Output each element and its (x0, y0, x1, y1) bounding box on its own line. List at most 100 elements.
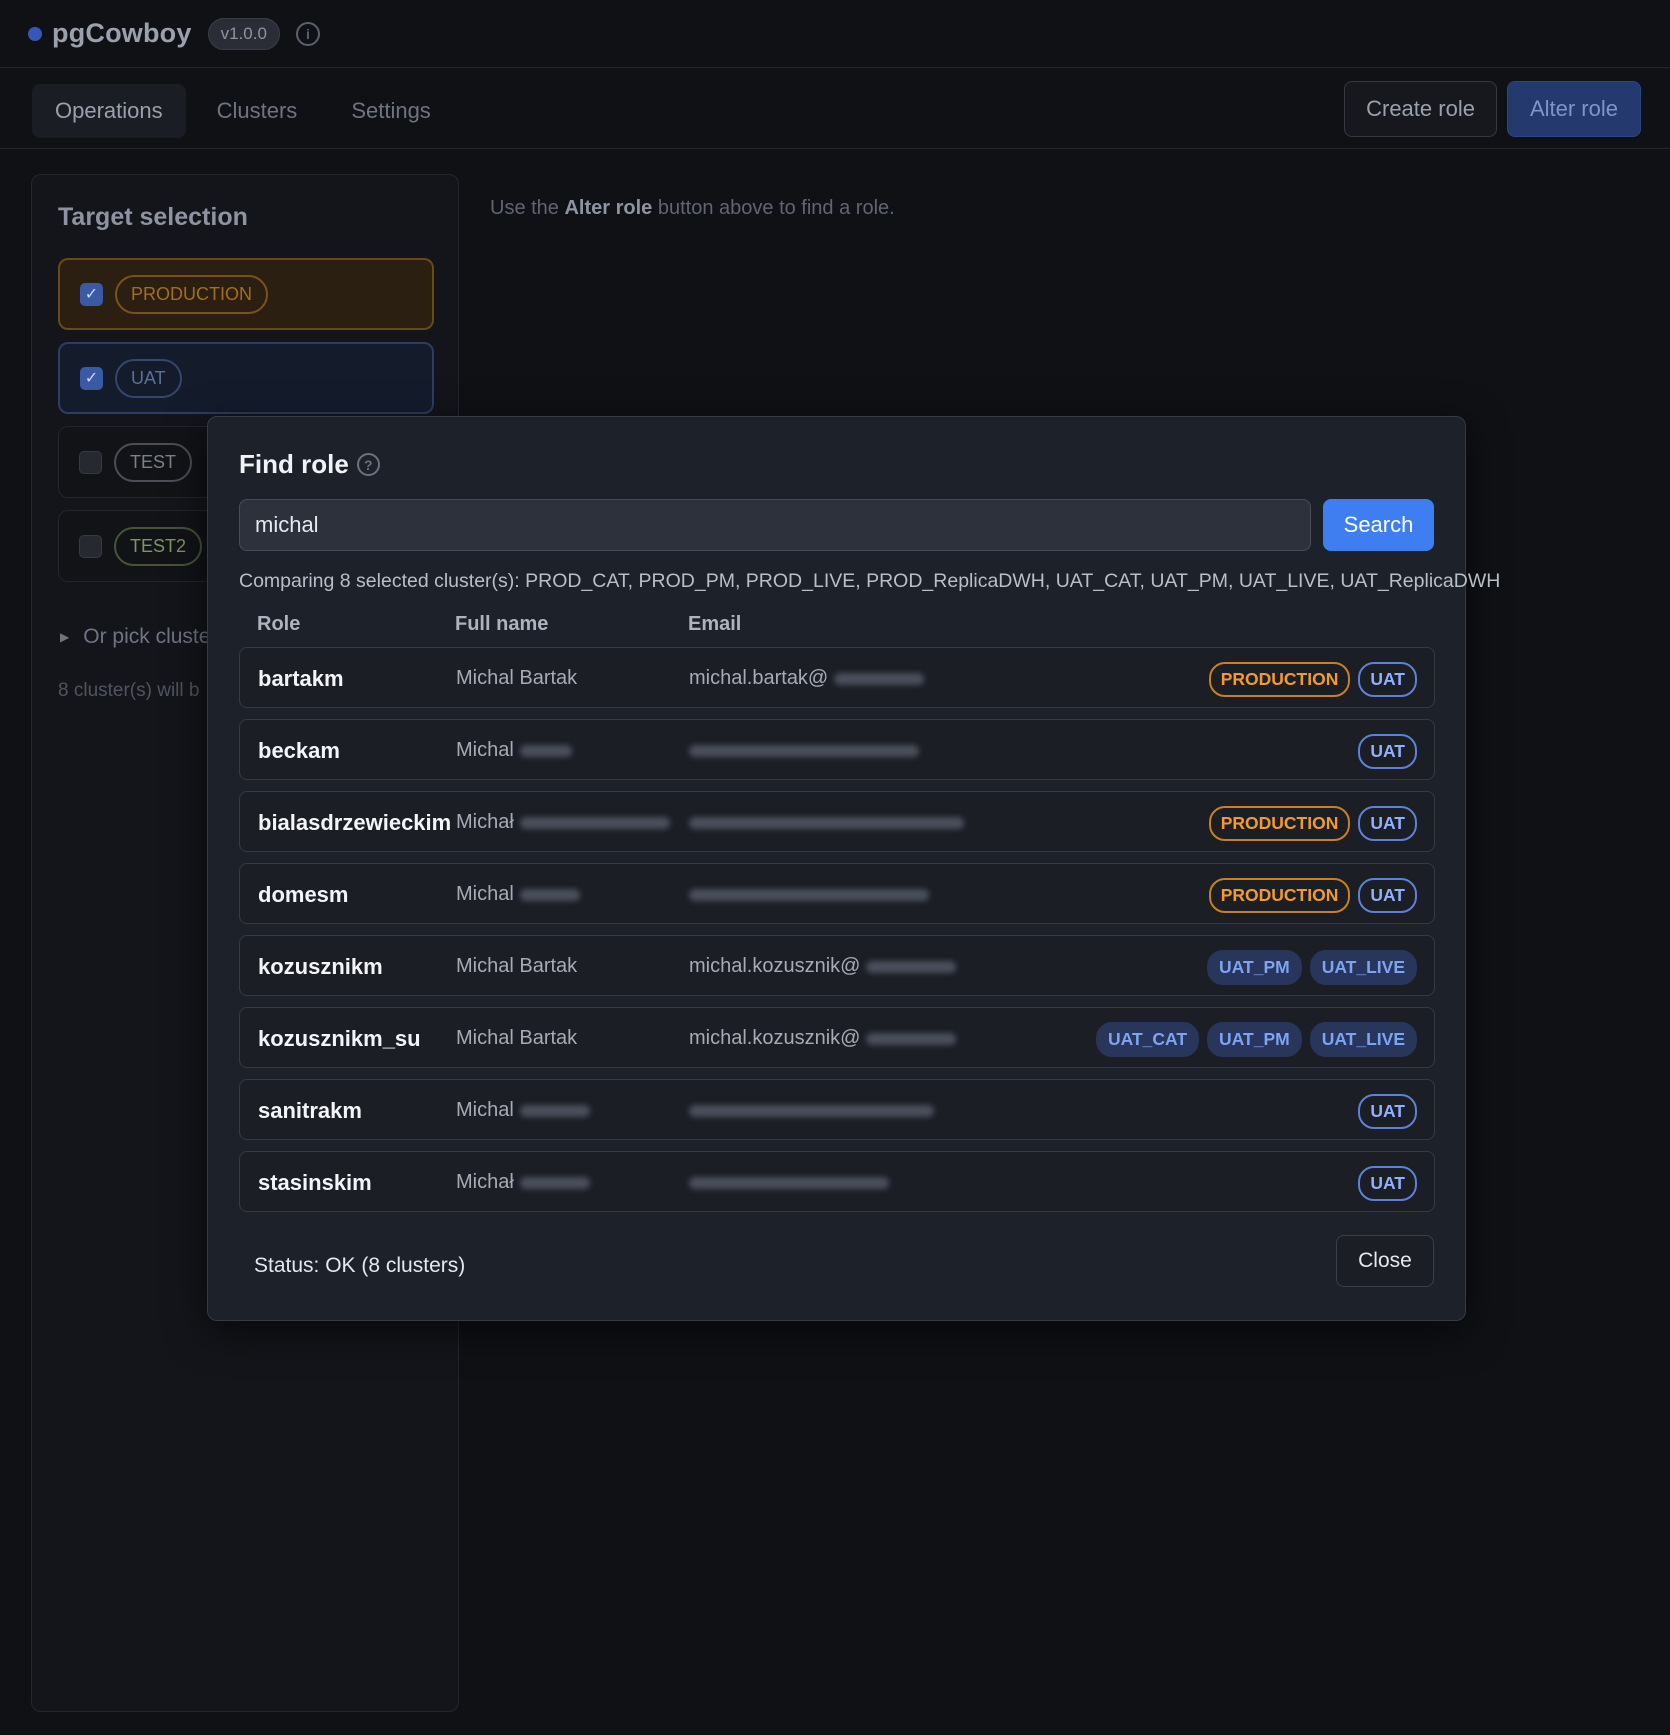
tag-production: PRODUCTION (1208, 806, 1351, 841)
row-full-name: Michal Bartak (456, 667, 578, 689)
row-role: kozusznikm_su (258, 1026, 421, 1051)
row-full-name: Michał (456, 1171, 590, 1194)
row-full-name-text: Michal (456, 739, 514, 761)
env-card-production[interactable]: ✓ PRODUCTION (58, 258, 434, 330)
create-role-button[interactable]: Create role (1344, 81, 1497, 137)
pick-clusters-label: Or pick cluste (83, 625, 211, 648)
row-role: domesm (258, 882, 349, 907)
tab-operations[interactable]: Operations (32, 84, 186, 138)
tag-cluster: UAT_PM (1207, 950, 1302, 985)
result-row[interactable]: stasinskim Michał UAT (239, 1151, 1435, 1212)
checkbox-checked-icon[interactable]: ✓ (80, 282, 103, 306)
row-email-text: michal.kozusznik@ (689, 1027, 861, 1049)
tag-uat: UAT (1358, 806, 1417, 841)
row-tags: UAT (1358, 1166, 1417, 1201)
row-full-name: Michal Bartak (456, 955, 578, 977)
row-tags: PRODUCTION UAT (1208, 878, 1417, 913)
tab-settings[interactable]: Settings (328, 84, 454, 138)
result-row[interactable]: beckam Michal UAT (239, 719, 1435, 780)
find-role-modal: Find role ? Search Comparing 8 selected … (207, 416, 1500, 1321)
info-icon[interactable]: i (295, 21, 320, 46)
close-button[interactable]: Close (1336, 1235, 1434, 1287)
row-full-name-text: Michal (456, 1099, 514, 1121)
tag-uat: UAT (1358, 734, 1417, 769)
results-list: bartakm Michal Bartak michal.bartak@ PRO… (239, 647, 1435, 1223)
hint-prefix: Use the (490, 197, 565, 219)
row-email: michal.bartak@ (689, 667, 925, 690)
cluster-count-note: 8 cluster(s) will b (58, 680, 200, 701)
redacted-text (519, 1176, 590, 1189)
row-full-name: Michal Bartak (456, 1027, 578, 1049)
row-email: michal.kozusznik@ (689, 955, 957, 978)
redacted-text (519, 1104, 590, 1117)
row-email-text: michal.kozusznik@ (689, 955, 861, 977)
row-full-name: Michal (456, 739, 572, 762)
row-email (689, 883, 929, 906)
redacted-text (689, 816, 964, 829)
tag-uat: UAT (1358, 1166, 1417, 1201)
redacted-text (689, 1176, 889, 1189)
tag-cluster: UAT_PM (1207, 1022, 1302, 1057)
row-role: sanitrakm (258, 1098, 362, 1123)
search-button[interactable]: Search (1323, 499, 1434, 551)
row-full-name-text: Michal (456, 883, 514, 905)
env-card-uat[interactable]: ✓ UAT (58, 342, 434, 414)
checkbox-checked-icon[interactable]: ✓ (80, 366, 103, 390)
redacted-text (519, 816, 670, 829)
checkbox-unchecked-icon[interactable] (79, 450, 102, 474)
row-tags: UAT (1358, 734, 1417, 769)
redacted-text (689, 888, 929, 901)
tag-uat: UAT (1358, 1094, 1417, 1129)
result-row[interactable]: bialasdrzewieckim Michał PRODUCTION UAT (239, 791, 1435, 852)
app-name: pgCowboy (52, 18, 192, 48)
row-role: bartakm (258, 666, 344, 691)
row-email (689, 1099, 934, 1122)
row-email (689, 1171, 889, 1194)
row-tags: UAT_CAT UAT_PM UAT_LIVE (1095, 1022, 1417, 1057)
results-header: Role Full name Email (239, 613, 1435, 643)
redacted-text (689, 744, 919, 757)
result-row[interactable]: kozusznikm_su Michal Bartak michal.kozus… (239, 1007, 1435, 1068)
env-pill-test: TEST (114, 442, 193, 482)
app-header: pgCowboy v1.0.0 i (0, 0, 1670, 68)
caret-right-icon: ▶ (60, 630, 70, 644)
panel-title: Target selection (58, 203, 248, 231)
pick-clusters-toggle[interactable]: ▶ Or pick cluste (60, 625, 210, 649)
tag-cluster: UAT_LIVE (1309, 1022, 1417, 1057)
tag-cluster: UAT_LIVE (1309, 950, 1417, 985)
row-full-name-text: Michał (456, 811, 514, 833)
result-row[interactable]: sanitrakm Michal UAT (239, 1079, 1435, 1140)
row-role: kozusznikm (258, 954, 383, 979)
row-role: stasinskim (258, 1170, 372, 1195)
tag-cluster: UAT_CAT (1095, 1022, 1200, 1057)
modal-title-text: Find role (239, 449, 349, 479)
tag-uat: UAT (1358, 662, 1417, 697)
role-search-input[interactable] (239, 499, 1311, 551)
checkbox-unchecked-icon[interactable] (79, 534, 102, 558)
row-full-name-text: Michał (456, 1171, 514, 1193)
hint-suffix: button above to find a role. (652, 197, 895, 219)
column-email: Email (688, 613, 742, 635)
redacted-text (866, 960, 957, 973)
row-full-name: Michal (456, 883, 580, 906)
env-pill-uat: UAT (115, 358, 182, 398)
hint-bold: Alter role (564, 197, 653, 219)
alter-role-button[interactable]: Alter role (1506, 81, 1641, 137)
help-icon[interactable]: ? (356, 453, 380, 476)
redacted-text (834, 672, 925, 685)
env-pill-production: PRODUCTION (115, 274, 268, 314)
nav-bar: Operations Clusters Settings Create role… (0, 68, 1670, 149)
result-row[interactable]: kozusznikm Michal Bartak michal.kozuszni… (239, 935, 1435, 996)
row-email: michal.kozusznik@ (689, 1027, 957, 1050)
redacted-text (689, 1104, 934, 1117)
row-email (689, 811, 964, 834)
column-role: Role (257, 613, 301, 635)
row-role: bialasdrzewieckim (258, 810, 452, 835)
result-row[interactable]: domesm Michal PRODUCTION UAT (239, 863, 1435, 924)
version-badge: v1.0.0 (207, 17, 280, 50)
tag-uat: UAT (1358, 878, 1417, 913)
tab-clusters[interactable]: Clusters (194, 84, 321, 138)
result-row[interactable]: bartakm Michal Bartak michal.bartak@ PRO… (239, 647, 1435, 708)
row-email (689, 739, 919, 762)
row-email-text: michal.bartak@ (689, 667, 829, 689)
